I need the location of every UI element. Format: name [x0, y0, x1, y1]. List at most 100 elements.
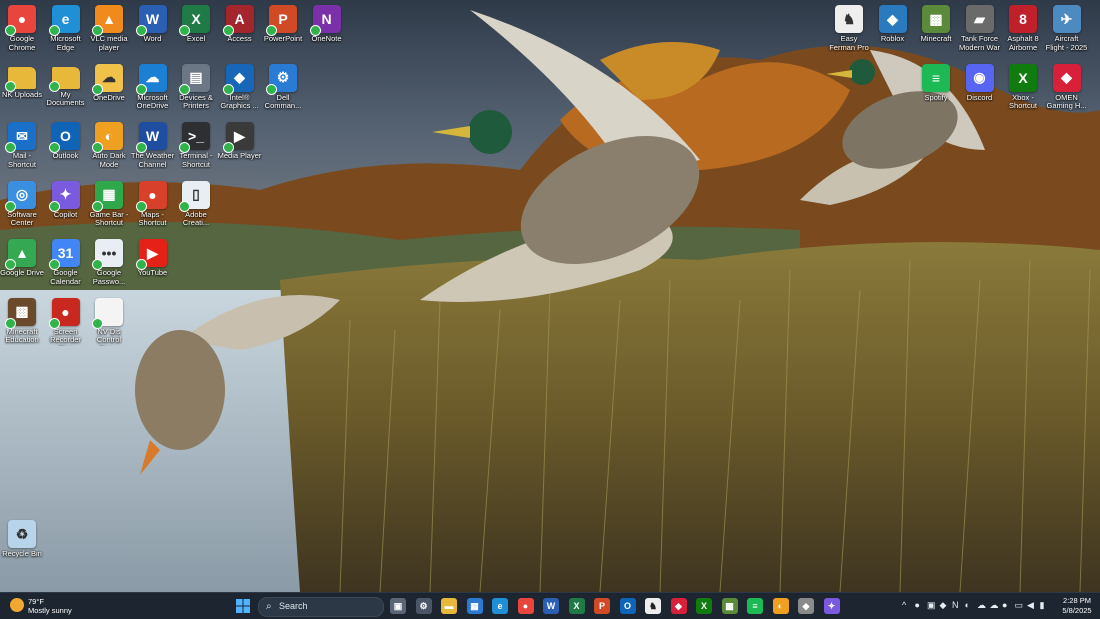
desktop[interactable]: ● Google Chrome e Microsoft Edge ▲ VLC media … [0, 0, 1100, 592]
desktop-icon-folder[interactable]: NK Uploads [0, 61, 44, 119]
desktop-icon-copilot[interactable]: ✦ Copilot [44, 178, 88, 236]
desktop-icon-label: Game Bar - Shortcut [89, 210, 129, 227]
desktop-icon-dell-command[interactable]: ⚙ Dell Comman... [261, 61, 305, 119]
spotify-tray-icon[interactable]: ● [1002, 600, 1007, 610]
search-icon: ⌕ [266, 601, 272, 612]
taskbar-xbox-icon[interactable]: X [696, 598, 712, 614]
taskbar-settings-icon[interactable]: ⚙ [415, 598, 432, 614]
desktop-icon-outlook[interactable]: O Outlook [44, 119, 88, 177]
taskbar-file-explorer-icon[interactable]: ▬ [441, 598, 457, 614]
desktop-icon-chrome[interactable]: ● Google Chrome [0, 2, 44, 60]
taskbar-spotify-icon[interactable]: ≡ [747, 598, 763, 614]
chevron-up-icon[interactable]: ^ [902, 600, 906, 610]
desktop-icon-tank-force[interactable]: ▰ Tank Force Modern War [958, 2, 1002, 60]
desktop-icon-game-bar[interactable]: ▦ Game Bar - Shortcut [87, 178, 131, 236]
desktop-icon-roblox[interactable]: ◆ Roblox [871, 2, 915, 60]
onenote-tray-icon[interactable]: N [952, 600, 959, 610]
desktop-icon-powerpoint[interactable]: P PowerPoint [261, 2, 305, 60]
battery-icon[interactable]: ▮ [1040, 600, 1045, 611]
desktop-icon-media-player[interactable]: ▶ Media Player [218, 119, 262, 177]
taskbar-edge-icon[interactable]: e [492, 598, 508, 614]
desktop-icon-maps[interactable]: ● Maps - Shortcut [131, 178, 175, 236]
network-icon[interactable]: ▭ [1015, 600, 1024, 611]
taskbar-clock[interactable]: 2:28 PM 5/8/2025 [1058, 596, 1096, 616]
tray-app-3-icon[interactable]: ◆ [940, 600, 947, 611]
windows-start-icon[interactable] [235, 598, 251, 614]
taskbar-gaming-app-icon[interactable]: ◆ [670, 598, 687, 614]
desktop-icon-document[interactable]: NV Dis Control Pan... [87, 295, 131, 353]
desktop-icon-edge[interactable]: e Microsoft Edge [44, 2, 88, 60]
tray-app-2-icon[interactable]: ▣ [927, 600, 936, 611]
desktop-icon-google-drive[interactable]: ▲ Google Drive [0, 236, 44, 294]
search-placeholder: Search [279, 601, 308, 611]
desktop-icon-adobe-creative-cloud[interactable]: ▯ Adobe Creati... [174, 178, 218, 236]
desktop-icon-easy-app[interactable]: ♞ Easy Ferman Pro [827, 2, 871, 60]
desktop-icon-xbox[interactable]: X Xbox - Shortcut [1001, 61, 1045, 119]
taskbar-minecraft-icon[interactable]: ▩ [721, 598, 738, 614]
taskbar-auto-dark-mode-icon[interactable]: ◐ [772, 598, 789, 614]
desktop-icon-onedrive-folder[interactable]: ☁ OneDrive [87, 61, 131, 119]
tray-app-4-icon[interactable]: ◐ [965, 600, 970, 610]
desktop-icon-auto-dark-mode[interactable]: ◐ Auto Dark Mode [87, 119, 131, 177]
desktop-icon-aircraft[interactable]: ✈ Aircraft Flight - 2025 [1045, 2, 1089, 60]
sync-check-icon [179, 83, 190, 95]
excel-icon: X [179, 5, 210, 36]
taskbar-copilot-icon[interactable]: ✦ [823, 598, 840, 614]
desktop-icon-label: Discord [966, 93, 993, 102]
tray-app-5-icon[interactable]: ☁ [990, 600, 999, 611]
desktop-icon-label: Spotify [924, 93, 948, 102]
desktop-icon-google-password[interactable]: ••• Google Passwo... [87, 236, 131, 294]
taskbar-powerpoint-icon[interactable]: P [594, 598, 610, 614]
desktop-icon-label: Asphalt 8 Airborne [1007, 35, 1039, 52]
taskbar-outlook-icon[interactable]: O [619, 598, 636, 614]
desktop-icon-label: Roblox [880, 35, 905, 43]
desktop-icon-recycle-bin[interactable]: ♻ Recycle Bin [0, 517, 44, 575]
desktop-icon-minecraft-education[interactable]: ▩ Minecraft Education [0, 295, 44, 353]
taskbar-word-icon[interactable]: W [543, 598, 559, 614]
desktop-icon-label: Google Chrome [8, 35, 36, 52]
taskbar-easy-app-icon[interactable]: ♞ [645, 598, 661, 614]
weather-widget[interactable]: 79°F Mostly sunny [8, 596, 88, 616]
desktop-icon-label: PowerPoint [263, 35, 303, 43]
desktop-icon-vlc[interactable]: ▲ VLC media player [87, 2, 131, 60]
desktop-icon-label: Tank Force Modern War [959, 35, 1000, 52]
desktop-icon-onedrive[interactable]: ☁ Microsoft OneDrive [131, 61, 175, 119]
desktop-icon-excel[interactable]: X Excel [174, 2, 218, 60]
desktop-icon-omen[interactable]: ◆ OMEN Gaming H... [1045, 61, 1089, 119]
desktop-icon-label: Minecraft [920, 35, 952, 43]
desktop-icon-access[interactable]: A Access [218, 2, 262, 60]
taskbar-task-view-icon[interactable]: ▣ [390, 598, 406, 614]
desktop-icon-label: Aircraft Flight - 2025 [1045, 35, 1088, 52]
sync-check-icon [266, 25, 277, 36]
tray-app-1-icon[interactable]: ● [915, 600, 920, 610]
desktop-icon-intel-graphics[interactable]: ◆ Intel® Graphics ... [218, 61, 262, 119]
desktop-icon-label: Intel® Graphics ... [220, 93, 259, 110]
desktop-icon-weather-channel[interactable]: W The Weather Channel [131, 119, 175, 177]
copilot-icon: ✦ [48, 180, 80, 212]
desktop-icon-word[interactable]: W Word [131, 2, 175, 60]
desktop-icon-discord[interactable]: ◉ Discord [958, 61, 1002, 119]
desktop-icon-terminal[interactable]: >_ Terminal - Shortcut [174, 119, 218, 177]
sync-check-icon [135, 200, 147, 212]
taskbar-search-box[interactable]: ⌕ Search [258, 597, 384, 617]
desktop-icon-label: Terminal - Shortcut [179, 152, 213, 169]
desktop-icon-folder[interactable]: My Documents [44, 61, 88, 119]
desktop-icon-onenote[interactable]: N OneNote [305, 2, 349, 60]
taskbar-chrome-icon[interactable]: ● [517, 598, 534, 614]
desktop-icon-mail[interactable]: ✉ Mail - Shortcut [0, 119, 44, 177]
desktop-icon-minecraft[interactable]: ▩ Minecraft [914, 2, 958, 60]
volume-icon[interactable]: ◀ [1027, 600, 1034, 611]
sun-icon [10, 598, 24, 612]
desktop-icon-google-calendar[interactable]: 31 Google Calendar [44, 236, 88, 294]
taskbar-microsoft-store-icon[interactable]: ▦ [466, 598, 483, 614]
desktop-icon-youtube[interactable]: ▶ YouTube [131, 236, 175, 294]
taskbar-excel-icon[interactable]: X [568, 598, 585, 614]
onedrive-tray-icon[interactable]: ☁ [977, 600, 986, 611]
desktop-icon-screen-recorder[interactable]: ●Screen Recorder Plus [44, 295, 88, 353]
desktop-icon-spotify[interactable]: ≡ Spotify [914, 61, 958, 119]
desktop-icon-printer[interactable]: ▤ Devices & Printers [174, 61, 218, 119]
taskbar-roblox-icon[interactable]: ◆ [798, 598, 814, 614]
desktop-icon-asphalt[interactable]: 8 Asphalt 8 Airborne [1001, 2, 1045, 60]
sync-check-icon [5, 80, 16, 92]
desktop-icon-software-center[interactable]: ◎ Software Center [0, 178, 44, 236]
